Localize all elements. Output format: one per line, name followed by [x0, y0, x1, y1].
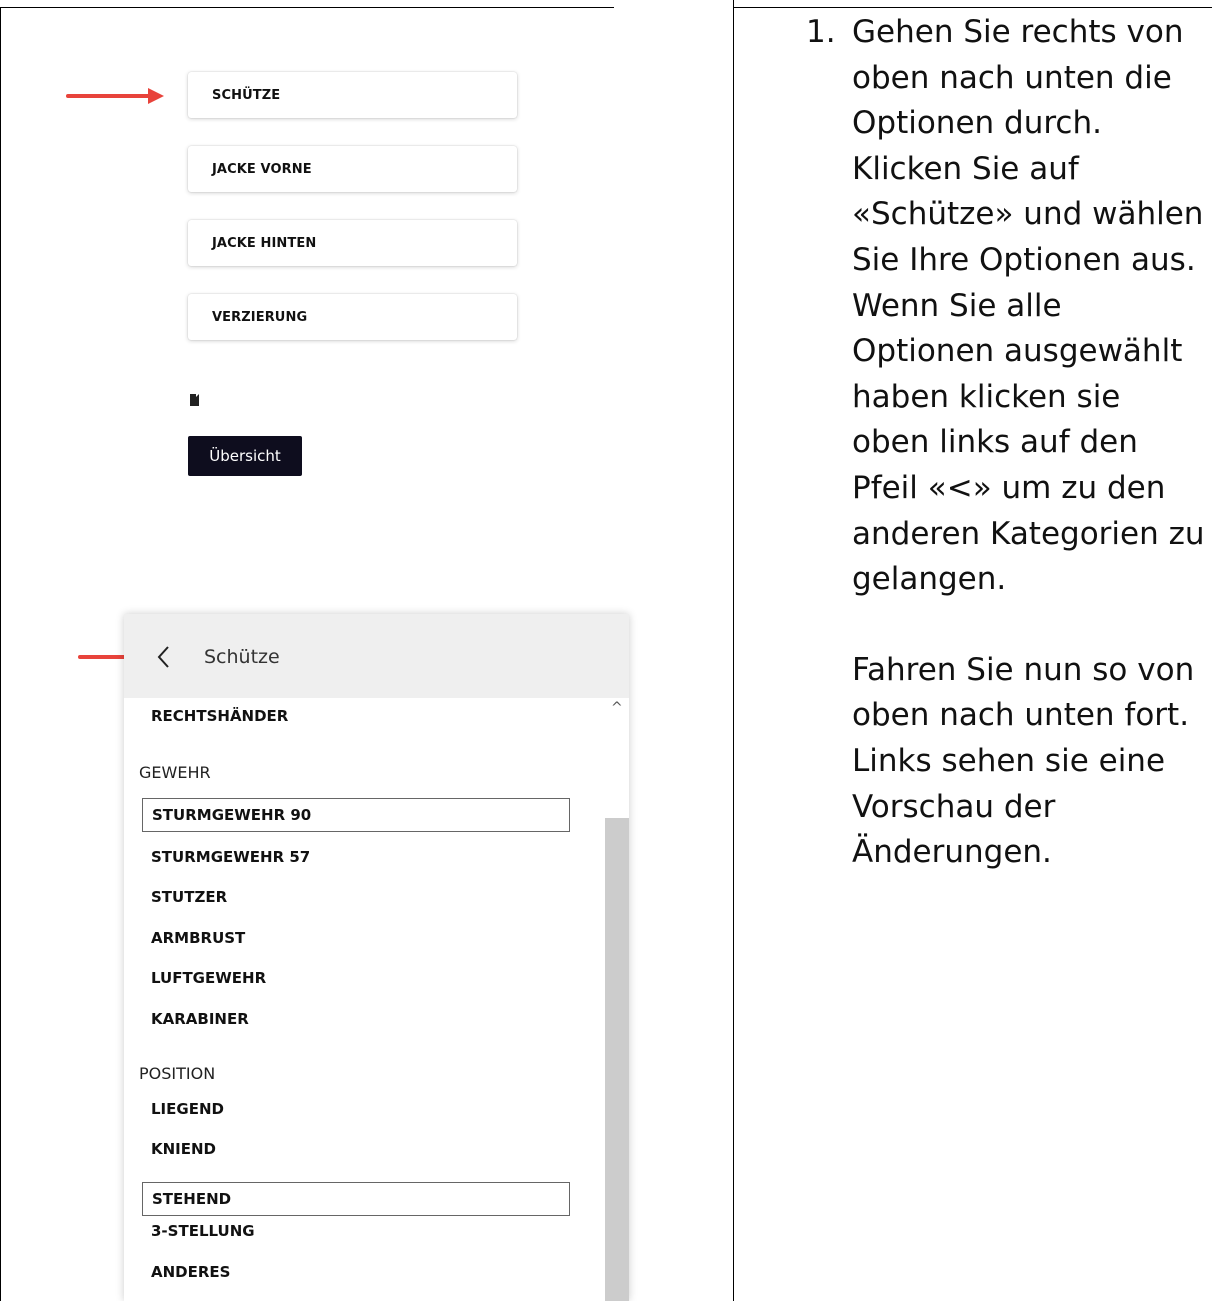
list-item[interactable]: ARMBRUST	[151, 929, 245, 947]
list-item[interactable]: RECHTSHÄNDER	[151, 707, 288, 725]
option-jacke-vorne-button[interactable]: JACKE VORNE	[188, 146, 517, 192]
panel-title: Schütze	[204, 646, 280, 668]
table-top-border-right	[733, 7, 1212, 8]
list-item[interactable]: LIEGEND	[151, 1100, 224, 1118]
panel-header: Schütze	[124, 614, 629, 698]
table-top-border	[0, 7, 614, 8]
list-item[interactable]: KARABINER	[151, 1010, 249, 1028]
list-item-label: STURMGEWEHR 90	[152, 806, 312, 824]
instruction-paragraph: Gehen Sie rechts von oben nach unten die…	[852, 14, 1205, 598]
scrollbar-thumb[interactable]	[605, 818, 629, 1301]
chevron-left-icon[interactable]	[156, 645, 172, 669]
option-verzierung-button[interactable]: VERZIERUNG	[188, 294, 517, 340]
list-item[interactable]: ANDERES	[151, 1263, 230, 1281]
overview-button[interactable]: Übersicht	[188, 436, 302, 476]
option-label: JACKE HINTEN	[212, 235, 317, 251]
list-item-label: STEHEND	[152, 1190, 232, 1208]
option-label: JACKE VORNE	[212, 161, 312, 177]
table-left-border	[0, 7, 1, 1301]
document-icon[interactable]	[190, 394, 199, 406]
scroll-up-icon[interactable]: ^	[611, 700, 623, 716]
instruction-paragraph: Fahren Sie nun so von oben nach unten fo…	[852, 651, 1195, 871]
list-item[interactable]: LUFTGEWEHR	[151, 969, 266, 987]
list-item-selected[interactable]: STURMGEWEHR 90	[142, 798, 570, 832]
options-panel: Schütze ^ RECHTSHÄNDER GEWEHR STURMGEWEH…	[124, 614, 629, 1301]
instructions-text: 1. Gehen Sie rechts von oben nach unten …	[806, 10, 1206, 876]
red-arrow-icon	[66, 88, 164, 104]
option-jacke-hinten-button[interactable]: JACKE HINTEN	[188, 220, 517, 266]
list-number: 1.	[806, 14, 836, 50]
option-label: VERZIERUNG	[212, 309, 308, 325]
option-label: SCHÜTZE	[212, 87, 281, 103]
section-header: POSITION	[139, 1064, 216, 1083]
list-item[interactable]: STURMGEWEHR 57	[151, 848, 310, 866]
option-schuetze-button[interactable]: SCHÜTZE	[188, 72, 517, 118]
list-item[interactable]: 3-STELLUNG	[151, 1222, 255, 1240]
list-item[interactable]: KNIEND	[151, 1140, 216, 1158]
list-item[interactable]: STUTZER	[151, 888, 227, 906]
table-column-divider	[733, 0, 734, 1301]
section-header: GEWEHR	[139, 763, 211, 782]
list-item-selected[interactable]: STEHEND	[142, 1182, 570, 1216]
